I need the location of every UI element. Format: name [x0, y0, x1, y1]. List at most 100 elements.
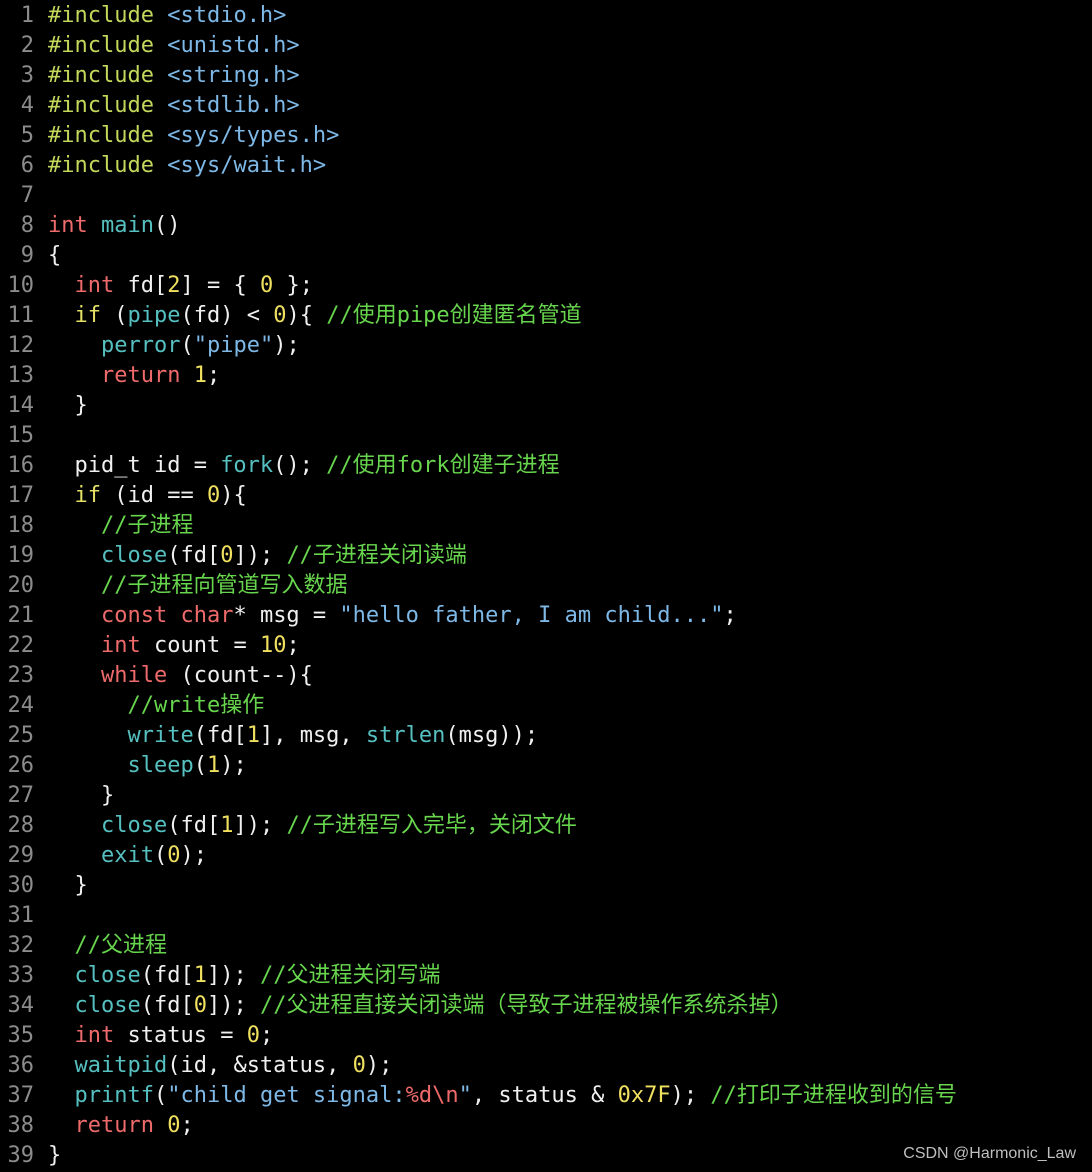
code-line[interactable]: 17 if (id == 0){: [0, 481, 1092, 511]
code-line[interactable]: 25 write(fd[1], msg, strlen(msg));: [0, 721, 1092, 751]
code-token-default: [154, 1113, 167, 1138]
code-token-function: close: [100, 543, 168, 568]
line-number: 27: [7, 783, 35, 808]
code-line[interactable]: 11 if (pipe(fd) < 0){ //使用pipe创建匿名管道: [0, 301, 1092, 331]
code-token-default: fd[: [114, 273, 168, 298]
code-line[interactable]: 33 close(fd[1]); //父进程关闭写端: [0, 961, 1092, 991]
code-line[interactable]: 7: [0, 181, 1092, 211]
code-token-default: [154, 93, 167, 118]
code-token-default: [48, 1113, 75, 1138]
code-line[interactable]: 38 return 0;: [0, 1111, 1092, 1141]
code-token-string: ": [458, 1083, 472, 1108]
code-token-function: fork: [220, 453, 274, 478]
code-line[interactable]: 21 const char* msg = "hello father, I am…: [0, 601, 1092, 631]
code-token-number: 2: [167, 273, 181, 298]
code-line[interactable]: 23 while (count--){: [0, 661, 1092, 691]
code-line[interactable]: 16 pid_t id = fork(); //使用fork创建子进程: [0, 451, 1092, 481]
code-token-default: (fd[: [167, 813, 221, 838]
line-number: 7: [20, 183, 34, 208]
code-line[interactable]: 10 int fd[2] = { 0 };: [0, 271, 1092, 301]
code-line[interactable]: 19 close(fd[0]); //子进程关闭读端: [0, 541, 1092, 571]
code-line[interactable]: 5 #include <sys/types.h>: [0, 121, 1092, 151]
code-line[interactable]: 20 //子进程向管道写入数据: [0, 571, 1092, 601]
code-token-number: 0: [259, 273, 274, 298]
code-token-number: 1: [193, 363, 207, 388]
line-number: 19: [7, 543, 35, 568]
code-token-default: [48, 663, 101, 688]
code-line[interactable]: 35 int status = 0;: [0, 1021, 1092, 1051]
code-line[interactable]: 1 #include <stdio.h>: [0, 1, 1092, 31]
code-token-default: [48, 363, 101, 388]
code-token-default: (fd[: [167, 543, 221, 568]
code-line[interactable]: 12 perror("pipe");: [0, 331, 1092, 361]
code-line[interactable]: 24 //write操作: [0, 691, 1092, 721]
line-number: 3: [20, 63, 34, 88]
code-token-default: (fd[: [140, 963, 194, 988]
code-token-default: ;: [206, 363, 221, 388]
code-line[interactable]: 13 return 1;: [0, 361, 1092, 391]
code-token-header: <stdlib.h>: [167, 93, 300, 118]
code-token-control-keyword: if: [74, 483, 102, 508]
code-line[interactable]: 4 #include <stdlib.h>: [0, 91, 1092, 121]
code-token-default: (fd[: [193, 723, 247, 748]
code-line[interactable]: 34 close(fd[0]); //父进程直接关闭读端（导致子进程被操作系统杀…: [0, 991, 1092, 1021]
line-number: 28: [7, 813, 35, 838]
code-token-number: 0: [220, 543, 234, 568]
code-line[interactable]: 32 //父进程: [0, 931, 1092, 961]
line-text: pid_t id = fork(); //使用fork创建子进程: [48, 451, 560, 481]
line-number: 12: [7, 333, 35, 358]
code-line[interactable]: 6 #include <sys/wait.h>: [0, 151, 1092, 181]
code-token-default: [154, 153, 167, 178]
line-number: 6: [20, 153, 34, 178]
code-token-preprocessor: #include: [48, 93, 154, 118]
code-token-control-keyword: if: [74, 303, 102, 328]
code-token-number: 1: [193, 963, 207, 988]
code-line[interactable]: 3 #include <string.h>: [0, 61, 1092, 91]
code-token-default: ();: [273, 453, 327, 478]
code-token-function: printf: [74, 1083, 154, 1108]
code-token-comment: //使用fork创建子进程: [326, 453, 560, 478]
code-token-type-keyword: char: [180, 603, 234, 628]
code-token-default: (: [101, 303, 128, 328]
code-line[interactable]: 29 exit(0);: [0, 841, 1092, 871]
line-number: 25: [7, 723, 35, 748]
line-text: waitpid(id, &status, 0);: [48, 1051, 393, 1081]
code-line[interactable]: 37 printf("child get signal:%d\n", statu…: [0, 1081, 1092, 1111]
code-token-default: pid_t id =: [48, 453, 221, 478]
code-token-preprocessor: #include: [48, 153, 154, 178]
code-token-function: exit: [100, 843, 154, 868]
code-line[interactable]: 2 #include <unistd.h>: [0, 31, 1092, 61]
code-token-default: [48, 753, 127, 778]
code-line[interactable]: 14 }: [0, 391, 1092, 421]
code-editor[interactable]: 1 #include <stdio.h> 2 #include <unistd.h> 3…: [0, 0, 1092, 1171]
code-token-comment: //子进程写入完毕，关闭文件: [286, 813, 577, 838]
code-line[interactable]: 18 //子进程: [0, 511, 1092, 541]
code-token-comment: //write操作: [127, 693, 265, 718]
line-text: }: [48, 391, 87, 421]
code-token-default: [48, 483, 75, 508]
line-number: 37: [7, 1083, 35, 1108]
line-text: }: [48, 871, 87, 901]
code-line[interactable]: 27 }: [0, 781, 1092, 811]
line-number: 21: [7, 603, 35, 628]
code-line[interactable]: 26 sleep(1);: [0, 751, 1092, 781]
code-token-default: (count--){: [167, 663, 313, 688]
code-token-default: ], msg,: [259, 723, 366, 748]
code-line[interactable]: 22 int count = 10;: [0, 631, 1092, 661]
code-line[interactable]: 15: [0, 421, 1092, 451]
line-number: 11: [7, 303, 35, 328]
code-token-default: [154, 3, 167, 28]
code-token-header: <string.h>: [167, 63, 300, 88]
line-text: close(fd[0]); //子进程关闭读端: [48, 541, 467, 571]
line-number: 24: [7, 693, 35, 718]
code-line[interactable]: 30 }: [0, 871, 1092, 901]
code-token-number: 1: [220, 813, 234, 838]
code-line[interactable]: 36 waitpid(id, &status, 0);: [0, 1051, 1092, 1081]
code-line[interactable]: 9{: [0, 241, 1092, 271]
code-line[interactable]: 28 close(fd[1]); //子进程写入完毕，关闭文件: [0, 811, 1092, 841]
code-line[interactable]: 31: [0, 901, 1092, 931]
code-token-string: "pipe": [193, 333, 274, 358]
code-token-function: main: [101, 213, 154, 238]
code-token-default: );: [670, 1083, 711, 1108]
code-line[interactable]: 8 int main(): [0, 211, 1092, 241]
